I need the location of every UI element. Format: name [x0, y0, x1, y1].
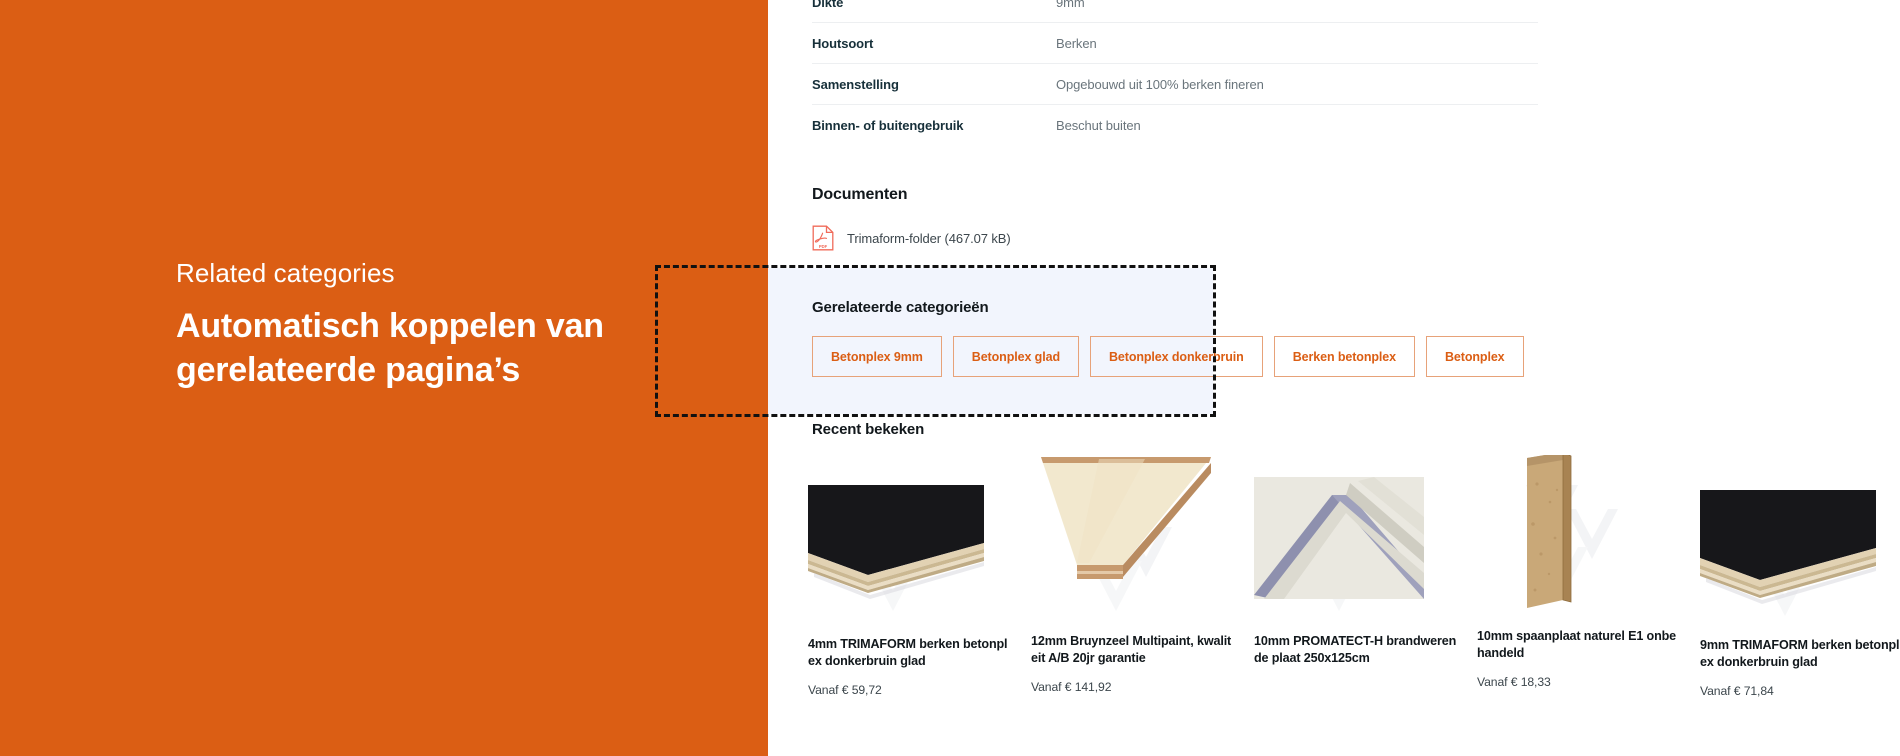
specifications-table: Dikte 9mm Houtsoort Berken Samenstelling… — [812, 0, 1538, 146]
list-item[interactable]: 12mm Bruynzeel Multipaint, kwaliteit A/B… — [1031, 455, 1254, 698]
table-row: Houtsoort Berken — [812, 23, 1538, 64]
list-item[interactable]: 10mm PROMATECT-H brandwerende plaat 250x… — [1254, 455, 1477, 698]
plywood-panel-illustration — [808, 485, 984, 599]
list-item[interactable]: 4mm TRIMAFORM berken betonplex donkerbru… — [808, 455, 1031, 698]
document-link[interactable]: PDF Trimaform-folder (467.07 kB) — [812, 225, 1011, 251]
multipaint-panel-illustration — [1041, 457, 1211, 579]
spec-value: 9mm — [1056, 0, 1085, 10]
spec-label: Samenstelling — [812, 76, 899, 92]
spec-value: Opgebouwd uit 100% berken fineren — [1056, 76, 1264, 92]
chipboard-panel-illustration — [1527, 455, 1572, 608]
page-root: Related categories Automatisch koppelen … — [0, 0, 1900, 756]
category-chip[interactable]: Betonplex donkerbruin — [1089, 336, 1263, 377]
table-row: Binnen- of buitengebruik Beschut buiten — [812, 105, 1538, 146]
promatect-boards-illustration — [1254, 477, 1424, 599]
spec-label: Dikte — [812, 0, 844, 10]
related-categories-heading: Gerelateerde categorieën — [812, 299, 989, 316]
product-image — [1700, 460, 1900, 625]
svg-text:PDF: PDF — [819, 244, 828, 249]
product-price: Vanaf € 59,72 — [808, 683, 882, 698]
product-title: 12mm Bruynzeel Multipaint, kwaliteit A/B… — [1031, 634, 1232, 665]
product-image — [1254, 455, 1465, 620]
product-price: Vanaf € 71,84 — [1700, 684, 1774, 699]
spec-label: Houtsoort — [812, 35, 874, 51]
product-image — [1477, 455, 1688, 620]
pdf-file-icon: PDF — [812, 225, 834, 251]
spec-value: Beschut buiten — [1056, 118, 1141, 133]
product-title: 10mm PROMATECT-H brandwerende plaat 250x… — [1254, 634, 1457, 665]
plywood-panel-illustration — [1700, 490, 1876, 604]
product-title: 9mm TRIMAFORM berken betonplex donkerbru… — [1700, 638, 1900, 669]
category-chip[interactable]: Betonplex 9mm — [812, 336, 942, 377]
list-item[interactable]: 10mm spaanplaat naturel E1 onbehandeld V… — [1477, 455, 1700, 698]
promo-headline: Automatisch koppelen van gerelateerde pa… — [176, 307, 604, 389]
product-title: 4mm TRIMAFORM berken betonplex donkerbru… — [808, 637, 1008, 668]
document-file-label: Trimaform-folder (467.07 kB) — [847, 230, 1011, 246]
promo-eyebrow: Related categories — [176, 258, 395, 288]
list-item[interactable]: 9mm TRIMAFORM berken betonplex donkerbru… — [1700, 455, 1900, 698]
product-image — [808, 455, 1019, 623]
category-chip[interactable]: Betonplex glad — [952, 336, 1079, 377]
recent-viewed-list: 4mm TRIMAFORM berken betonplex donkerbru… — [808, 455, 1900, 698]
spec-label: Binnen- of buitengebruik — [812, 118, 964, 133]
product-price: Vanaf € 141,92 — [1031, 680, 1112, 695]
recent-viewed-heading: Recent bekeken — [812, 421, 925, 438]
category-chip[interactable]: Betonplex — [1426, 336, 1524, 377]
table-row: Samenstelling Opgebouwd uit 100% berken … — [812, 64, 1538, 105]
product-image — [1031, 455, 1242, 620]
product-title: 10mm spaanplaat naturel E1 onbehandeld — [1477, 629, 1677, 660]
product-price: Vanaf € 18,33 — [1477, 675, 1551, 690]
documents-heading: Documenten — [812, 186, 908, 203]
related-categories-chip-list: Betonplex 9mm Betonplex glad Betonplex d… — [812, 336, 1524, 377]
category-chip[interactable]: Berken betonplex — [1273, 336, 1415, 377]
spec-value: Berken — [1056, 35, 1097, 51]
table-row: Dikte 9mm — [812, 0, 1538, 23]
